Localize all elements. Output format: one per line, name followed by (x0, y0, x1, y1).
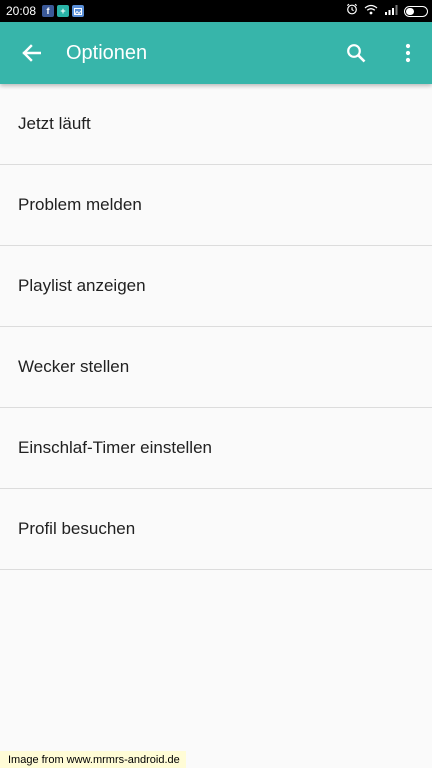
option-label: Einschlaf-Timer einstellen (18, 438, 212, 457)
option-visit-profile[interactable]: Profil besuchen (0, 489, 432, 570)
option-label: Playlist anzeigen (18, 276, 146, 295)
status-bar: 20:08 f + (0, 0, 432, 22)
page-title: Optionen (66, 41, 148, 64)
alarm-icon (346, 2, 358, 20)
wifi-icon (364, 2, 378, 20)
more-options-button[interactable] (394, 39, 422, 67)
back-button[interactable] (17, 39, 45, 67)
option-label: Wecker stellen (18, 357, 130, 376)
options-list: Jetzt läuft Problem melden Playlist anze… (0, 84, 432, 570)
option-now-playing[interactable]: Jetzt läuft (0, 84, 432, 165)
option-show-playlist[interactable]: Playlist anzeigen (0, 246, 432, 327)
search-button[interactable] (342, 39, 370, 67)
signal-icon (384, 2, 398, 20)
notification-icons: f + (42, 5, 85, 17)
status-time: 20:08 (6, 4, 37, 18)
facebook-icon: f (42, 5, 55, 17)
option-report-problem[interactable]: Problem melden (0, 165, 432, 246)
option-label: Problem melden (18, 195, 142, 214)
battery-icon (404, 5, 428, 17)
watermark: Image from www.mrmrs-android.de (0, 751, 186, 768)
back-arrow-icon (22, 44, 41, 62)
option-label: Profil besuchen (18, 519, 136, 538)
option-label: Jetzt läuft (18, 114, 91, 133)
option-set-alarm[interactable]: Wecker stellen (0, 327, 432, 408)
gallery-icon (72, 5, 85, 17)
option-sleep-timer[interactable]: Einschlaf-Timer einstellen (0, 408, 432, 489)
search-icon (347, 44, 366, 63)
more-vert-icon (405, 43, 411, 63)
status-right-icons (346, 2, 428, 20)
app-bar: Optionen (0, 22, 432, 84)
plus-icon: + (57, 5, 70, 17)
